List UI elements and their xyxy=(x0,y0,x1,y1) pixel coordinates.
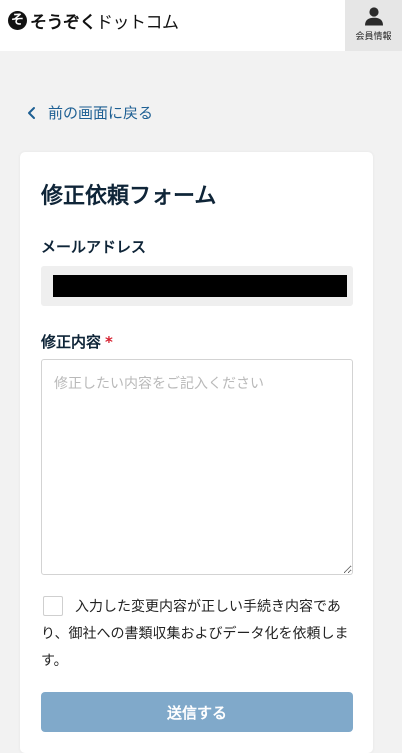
submit-button[interactable]: 送信する xyxy=(41,692,353,732)
member-info-label: 会員情報 xyxy=(355,32,392,42)
content-label-text: 修正内容 xyxy=(41,333,102,351)
logo-text-light: ドットコム xyxy=(96,12,179,33)
member-info-button[interactable]: 会員情報 xyxy=(345,0,402,51)
agree-row: 入力した変更内容が正しい手続き内容であり、御社への書類収集およびデータ化を依頼し… xyxy=(41,594,353,675)
site-logo[interactable]: そ そうぞくドットコム xyxy=(8,8,179,33)
email-label: メールアドレス xyxy=(41,238,147,256)
back-link[interactable]: 前の画面に戻る xyxy=(26,102,153,123)
required-mark: * xyxy=(105,333,113,351)
correction-form-card: 修正依頼フォーム メールアドレス 修正内容* 入力した変更内容が正しい手続き内容… xyxy=(20,152,373,753)
logo-text: そうぞくドットコム xyxy=(30,8,179,33)
agree-checkbox[interactable] xyxy=(43,596,63,616)
content-label: 修正内容 * xyxy=(41,331,113,352)
back-link-label: 前の画面に戻る xyxy=(48,104,154,122)
form-title: 修正依頼フォーム xyxy=(41,184,217,209)
person-icon xyxy=(364,7,384,26)
content-textarea[interactable] xyxy=(41,359,353,575)
email-redaction xyxy=(53,275,347,297)
site-header: そ そうぞくドットコム 会員情報 xyxy=(0,0,402,51)
email-field xyxy=(41,266,353,306)
logo-mark-icon: そ xyxy=(8,10,27,30)
agree-text[interactable]: 入力した変更内容が正しい手続き内容であり、御社への書類収集およびデータ化を依頼し… xyxy=(41,594,353,675)
chevron-left-icon xyxy=(28,106,35,119)
logo-text-bold: そうぞく xyxy=(30,12,97,33)
